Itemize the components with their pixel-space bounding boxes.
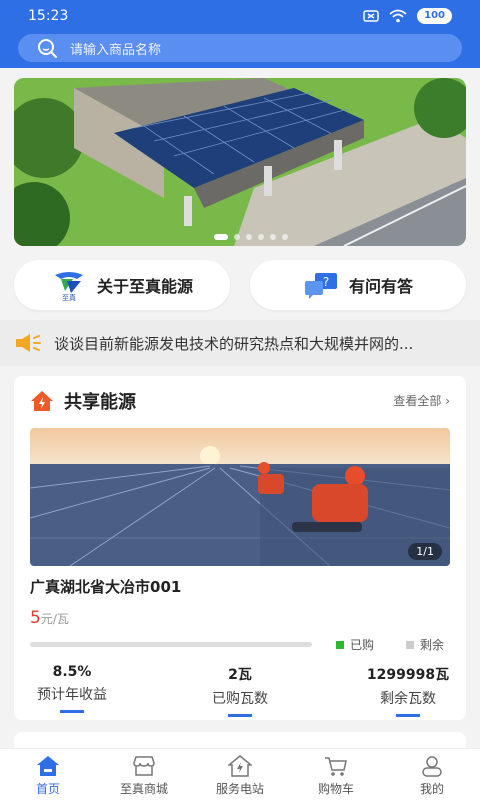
status-time: 15:23 [28, 8, 69, 24]
price-value: 5 [30, 608, 41, 628]
tab-shop[interactable]: 至真商城 [96, 749, 192, 801]
about-zhizhen-button[interactable]: 至真 关于至真能源 [14, 260, 230, 310]
purchase-progress-bar [30, 642, 312, 647]
image-counter: 1/1 [408, 543, 442, 560]
profile-icon [422, 756, 442, 777]
screen-record-icon [363, 10, 379, 22]
power-station-icon [228, 755, 252, 777]
project-image[interactable]: 1/1 [30, 428, 450, 566]
solar-workers-photo [30, 428, 450, 566]
project-name[interactable]: 广真湖北省大冶市001 [30, 576, 181, 597]
megaphone-icon [16, 334, 41, 352]
status-icons: 100 [363, 8, 452, 24]
search-icon [38, 39, 57, 58]
remaining-swatch [406, 640, 414, 649]
qa-button[interactable]: ? 有问有答 [250, 260, 466, 310]
shared-energy-card: 共享能源 查看全部 › 1/1 广真湖北省大冶市001 5元/瓦 已购 剩余 8… [14, 376, 466, 720]
app-header: 15:23 100 请输入商品名称 [0, 0, 480, 68]
zhizhen-logo-icon: 至真 [54, 272, 83, 301]
price-unit: 元/瓦 [40, 612, 69, 626]
shared-energy-header: 共享能源 查看全部 › [30, 386, 450, 416]
tab-profile[interactable]: 我的 [384, 749, 480, 801]
tab-power-station[interactable]: 服务电站 [192, 749, 288, 801]
banner-solar-roof-image [14, 78, 466, 246]
stat-annual-yield: 8.5% 预计年收益 [2, 664, 142, 713]
shop-icon [133, 756, 155, 776]
notice-text: 谈谈目前新能源发电技术的研究热点和大规模并网的... [54, 334, 414, 353]
cart-icon [325, 757, 347, 776]
qa-icon: ? [304, 273, 337, 299]
wifi-icon [389, 9, 407, 23]
about-zhizhen-label: 关于至真能源 [96, 277, 193, 296]
notice-bar[interactable]: 谈谈目前新能源发电技术的研究热点和大规模并网的... [0, 320, 480, 366]
search-input[interactable]: 请输入商品名称 [18, 34, 462, 62]
legend-bought: 已购 [336, 636, 374, 653]
project-price: 5元/瓦 [30, 608, 69, 628]
home-icon [37, 756, 59, 776]
bottom-tab-bar: 首页 至真商城 服务电站 购物车 我的 [0, 748, 480, 801]
view-all-link[interactable]: 查看全部 › [393, 392, 450, 409]
shared-energy-title: 共享能源 [64, 392, 136, 413]
legend-remaining: 剩余 [406, 636, 444, 653]
tab-home[interactable]: 首页 [0, 749, 96, 801]
banner-carousel[interactable] [14, 78, 466, 246]
banner-indicator [214, 234, 288, 240]
house-energy-icon [31, 391, 53, 411]
bought-swatch [336, 640, 344, 649]
battery-indicator: 100 [417, 8, 452, 24]
tab-cart[interactable]: 购物车 [288, 749, 384, 801]
svg-text:至真: 至真 [62, 293, 76, 301]
svg-text:?: ? [323, 275, 329, 289]
stat-remaining-watts: 1299998瓦 剩余瓦数 [338, 664, 478, 717]
stat-bought-watts: 2瓦 已购瓦数 [170, 664, 310, 717]
search-placeholder: 请输入商品名称 [70, 42, 162, 58]
status-bar: 15:23 100 [0, 0, 480, 32]
qa-label: 有问有答 [348, 277, 413, 296]
